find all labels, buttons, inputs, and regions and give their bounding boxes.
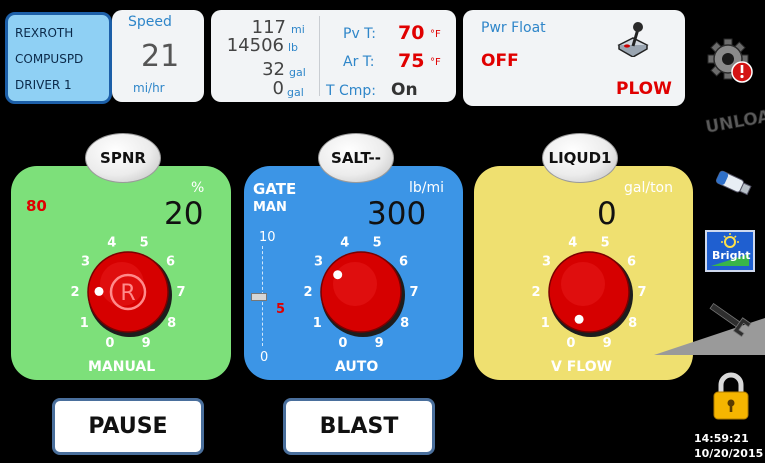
spinner-knob[interactable]: R 0 1 2 3 4 5 6 7 8 9 <box>66 230 190 354</box>
dial-number: 3 <box>314 254 323 269</box>
pwr-float-card[interactable]: Pwr Float OFF PLOW <box>463 10 685 106</box>
weight-unit: lb <box>288 41 299 54</box>
gate-value: 5 <box>276 302 286 317</box>
driver-line-1: REXROTH <box>15 26 74 40</box>
salt-rate-value: 300 <box>367 196 427 232</box>
liquid-rate-value: 0 <box>597 196 617 232</box>
liquid-unit: gal/ton <box>624 180 673 196</box>
speed-card: Speed 21 mi/hr <box>112 10 204 102</box>
salt-knob[interactable]: 0 1 2 3 4 5 6 7 8 9 <box>299 230 423 354</box>
wrench-icon[interactable] <box>706 299 752 338</box>
volume-unit: gal <box>289 66 306 79</box>
dial-number: 7 <box>637 285 646 300</box>
distance-unit: mi <box>291 23 305 36</box>
driver-line-2: COMPUSPD <box>15 52 84 66</box>
dial-number: 5 <box>601 236 610 251</box>
dial-number: 2 <box>70 285 79 300</box>
salt-mode: AUTO <box>335 359 379 375</box>
dial-number: 3 <box>542 254 551 269</box>
dial-number: 4 <box>340 236 349 251</box>
dial-number: 1 <box>80 316 89 331</box>
dial-number: 6 <box>627 254 636 269</box>
weight-value: 14506 <box>226 35 284 56</box>
dial-number: 6 <box>166 254 175 269</box>
dial-number: 4 <box>568 236 577 251</box>
gate-slider-thumb[interactable] <box>251 293 267 301</box>
dial-number: 5 <box>373 236 382 251</box>
tab-salt[interactable]: SALT-- <box>318 133 394 183</box>
divider <box>319 16 320 96</box>
spinner-alarm: 80 <box>26 197 47 215</box>
spinner-mode: MANUAL <box>88 359 156 375</box>
brightness-icon[interactable]: Bright <box>705 230 755 272</box>
driver-line-3: DRIVER 1 <box>15 78 72 92</box>
tab-spinner[interactable]: SPNR <box>85 133 161 183</box>
dial-number: 4 <box>107 236 116 251</box>
volume-value: 32 <box>262 59 285 80</box>
clock-date: 10/20/2015 <box>694 447 764 460</box>
pv-temp-value: 70 <box>398 22 425 44</box>
dial-number: 8 <box>628 316 637 331</box>
unload-label: UNLOAD <box>704 104 765 138</box>
speed-unit: mi/hr <box>133 81 165 95</box>
dial-number: 9 <box>603 336 612 351</box>
settings-alert-icon[interactable] <box>706 36 754 84</box>
speed-value: 21 <box>141 39 180 74</box>
man-label: MAN <box>253 200 287 215</box>
pv-temp-label: Pv T: <box>343 26 376 42</box>
pwr-float-label: Pwr Float <box>481 20 546 36</box>
volume2-value: 0 <box>272 78 284 99</box>
gate-scale-top: 10 <box>259 230 276 245</box>
temp-comp-label: T Cmp: <box>326 83 377 99</box>
dial-indicator <box>94 286 104 296</box>
dial-number: 1 <box>541 316 550 331</box>
dial-number: 0 <box>338 336 347 351</box>
dial-number: 1 <box>313 316 322 331</box>
spinner-rate-value: 20 <box>164 196 204 232</box>
plow-mode: PLOW <box>616 79 672 99</box>
gate-label: GATE <box>253 180 297 198</box>
tab-liquid[interactable]: LIQUD1 <box>542 133 618 183</box>
dial-indicator <box>333 270 343 280</box>
salt-unit: lb/mi <box>409 180 445 196</box>
dial-number: 3 <box>81 254 90 269</box>
dial-number: 0 <box>566 336 575 351</box>
ar-temp-value: 75 <box>398 50 425 72</box>
blast-button[interactable]: BLAST <box>283 398 435 455</box>
dial-number: 9 <box>375 336 384 351</box>
driver-card[interactable]: REXROTH COMPUSPD DRIVER 1 <box>5 12 112 104</box>
dial-number: 8 <box>167 316 176 331</box>
dial-number: 2 <box>303 285 312 300</box>
dial-number: 9 <box>142 336 151 351</box>
pv-temp-unit: °F <box>430 29 441 40</box>
dial-number: 7 <box>176 285 185 300</box>
dial-number: 0 <box>105 336 114 351</box>
brightness-label: Bright <box>712 249 751 262</box>
joystick-icon[interactable] <box>616 19 650 58</box>
clock-time: 14:59:21 <box>694 432 749 445</box>
dial-number: 8 <box>400 316 409 331</box>
temp-comp-value: On <box>391 80 418 100</box>
usb-drive-icon[interactable] <box>711 166 753 198</box>
gate-scale-bottom: 0 <box>260 350 269 365</box>
ar-temp-unit: °F <box>430 57 441 68</box>
dial-number: 5 <box>140 236 149 251</box>
totals-card: 117 mi 14506 lb 32 gal 0 gal Pv T: 70 °F… <box>211 10 456 102</box>
dial-indicator <box>574 314 584 324</box>
dial-number: 2 <box>531 285 540 300</box>
spinner-unit: % <box>191 180 205 196</box>
dial-r-mark: R <box>120 281 135 306</box>
ar-temp-label: Ar T: <box>343 54 375 70</box>
dial-number: 7 <box>409 285 418 300</box>
pause-button[interactable]: PAUSE <box>52 398 204 455</box>
liquid-mode: V FLOW <box>551 359 613 375</box>
volume2-unit: gal <box>287 86 304 99</box>
pwr-float-state: OFF <box>481 51 519 71</box>
lock-icon[interactable] <box>711 371 751 421</box>
dial-number: 6 <box>399 254 408 269</box>
unload-icon[interactable]: UNLOAD <box>703 96 765 138</box>
speed-label: Speed <box>128 14 172 30</box>
liquid-knob[interactable]: 0 1 2 3 4 5 6 7 8 9 <box>527 230 651 354</box>
